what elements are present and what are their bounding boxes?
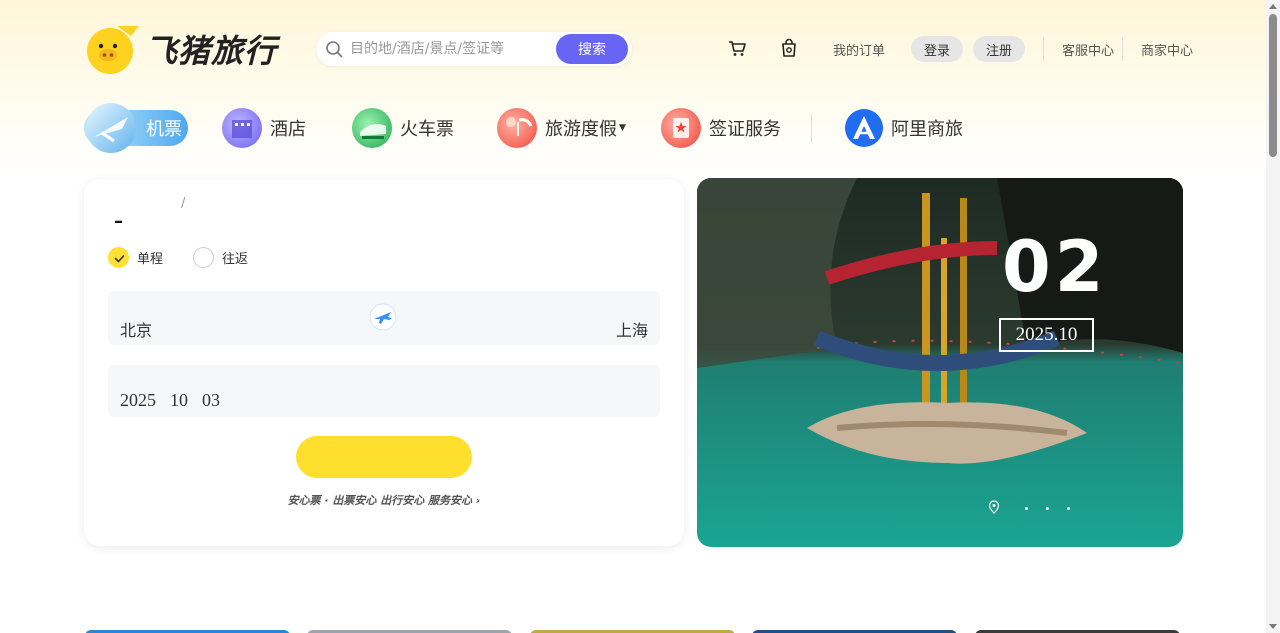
logo-text: 飞猪旅行 <box>145 32 278 70</box>
nav-label-train: 火车票 <box>400 119 454 140</box>
pagination-dot[interactable] <box>1067 507 1070 510</box>
scroll-up-icon[interactable] <box>1269 4 1277 9</box>
nav-label-hotels: 酒店 <box>270 119 306 140</box>
category-nav: 机票 酒店 火车票 旅游度假 ▼ 签证服务 阿里商旅 <box>0 100 1266 156</box>
nav-item-visa[interactable]: 签证服务 <box>661 103 781 153</box>
departure-city-field[interactable]: 北京 <box>120 317 152 341</box>
search-input[interactable] <box>350 38 550 60</box>
pagination-dot[interactable] <box>1046 507 1049 510</box>
arrival-city-field[interactable]: 上海 <box>616 317 648 341</box>
nav-divider <box>811 114 812 142</box>
swap-plane-icon <box>369 303 397 331</box>
site-header: 飞猪旅行 搜索 我的订单 登录 注册 客服中心 商家中心 <box>0 0 1266 95</box>
location-pin-icon <box>988 500 1000 514</box>
check-icon <box>114 255 125 263</box>
date-year: 2025 <box>120 390 156 410</box>
hotel-icon <box>222 108 262 148</box>
route-title: – <box>114 211 123 232</box>
date-day: 03 <box>202 390 220 410</box>
pig-logo-icon <box>83 24 139 74</box>
banner-month: 2025.10 <box>999 318 1094 352</box>
date-month: 10 <box>170 390 188 410</box>
scrollbar-thumb[interactable] <box>1269 14 1277 157</box>
plane-icon <box>86 103 136 153</box>
cart-icon[interactable] <box>727 38 747 58</box>
date-value: 2025 10 03 <box>120 390 234 411</box>
banner-day: 02 <box>1002 226 1108 308</box>
trip-type-selector: 单程 往返 <box>108 247 248 268</box>
my-orders-link[interactable]: 我的订单 <box>833 40 885 59</box>
search-icon <box>326 41 343 58</box>
one-way-label[interactable]: 单程 <box>137 248 163 267</box>
trust-guarantee-link[interactable]: 安心票 · 出票安心 出行安心 服务安心 › <box>84 492 684 508</box>
flight-booking-card: – / 单程 往返 北京 上海 2025 10 03 安心票 · 出票安心 出行… <box>84 179 684 546</box>
visa-icon <box>661 108 701 148</box>
nav-label-visa: 签证服务 <box>709 119 781 140</box>
train-icon <box>352 108 392 148</box>
business-travel-icon <box>845 109 883 147</box>
city-selector: 北京 上海 <box>108 291 660 345</box>
nav-item-business-travel[interactable]: 阿里商旅 <box>845 103 963 153</box>
chevron-down-icon: ▼ <box>619 123 626 133</box>
banner-pagination[interactable] <box>1025 507 1088 510</box>
register-button[interactable]: 注册 <box>973 36 1025 62</box>
vacation-icon <box>497 108 537 148</box>
nav-item-flights[interactable]: 机票 <box>86 103 182 153</box>
round-trip-label[interactable]: 往返 <box>222 248 248 267</box>
search-button[interactable]: 搜索 <box>556 34 628 64</box>
customer-service-link[interactable]: 客服中心 <box>1062 40 1114 59</box>
nav-label-flights: 机票 <box>146 119 182 140</box>
search-bar: 搜索 <box>316 32 632 66</box>
round-trip-radio[interactable] <box>193 247 215 268</box>
nav-item-hotels[interactable]: 酒店 <box>222 103 306 153</box>
merchant-center-link[interactable]: 商家中心 <box>1141 40 1193 59</box>
bag-icon[interactable] <box>779 38 799 58</box>
banner-scenery-image <box>697 178 1183 547</box>
header-divider <box>1043 37 1044 61</box>
scroll-down-icon[interactable] <box>1269 624 1277 629</box>
promo-banner[interactable]: 02 2025.10 <box>697 178 1183 547</box>
login-button[interactable]: 登录 <box>911 36 963 62</box>
swap-cities-button[interactable] <box>367 301 399 333</box>
nav-label-business-travel: 阿里商旅 <box>891 119 963 140</box>
search-flights-button[interactable] <box>296 436 472 478</box>
one-way-radio[interactable] <box>108 247 129 268</box>
nav-label-vacation: 旅游度假 <box>545 119 617 140</box>
logo[interactable]: 飞猪旅行 <box>83 24 283 74</box>
departure-date-field[interactable]: 2025 10 03 <box>108 365 660 417</box>
nav-item-vacation[interactable]: 旅游度假 ▼ <box>497 103 626 153</box>
header-divider <box>1122 37 1123 61</box>
pagination-dot[interactable] <box>1025 507 1028 510</box>
nav-item-train[interactable]: 火车票 <box>352 103 454 153</box>
route-title-separator: / <box>181 196 186 211</box>
page-scrollbar[interactable] <box>1266 0 1280 633</box>
